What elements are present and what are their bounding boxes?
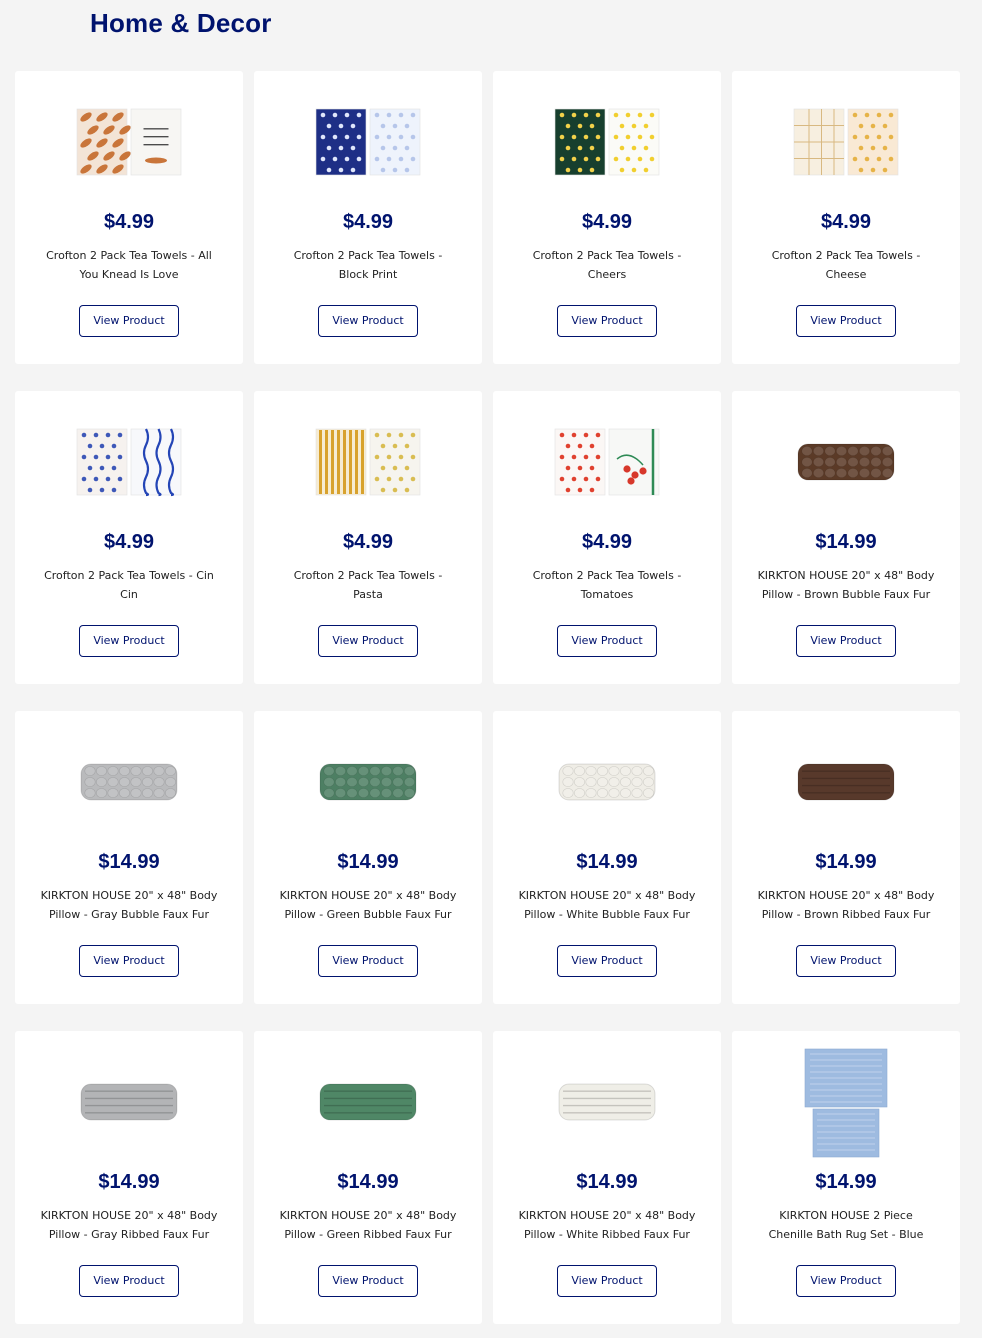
pillow-thumbnail-icon — [80, 1083, 178, 1121]
product-price: $4.99 — [103, 211, 155, 233]
pillow-thumbnail-icon — [319, 763, 417, 801]
view-product-button[interactable]: View Product — [796, 305, 896, 337]
product-price: $14.99 — [98, 851, 160, 873]
product-name[interactable]: KIRKTON HOUSE 20" x 48" Body Pillow - Gr… — [279, 886, 457, 924]
towels-thumbnail-icon — [793, 108, 899, 176]
page-title: Home & Decor — [90, 8, 272, 38]
product-image[interactable] — [732, 407, 960, 517]
product-image[interactable] — [254, 727, 482, 837]
view-product-button[interactable]: View Product — [79, 945, 179, 977]
product-card: $14.99 KIRKTON HOUSE 2 Piece Chenille Bat… — [732, 1031, 960, 1324]
product-card: $4.99 Crofton 2 Pack Tea Towels - Tomatoe… — [493, 391, 721, 684]
view-product-button[interactable]: View Product — [79, 625, 179, 657]
product-card: $4.99 Crofton 2 Pack Tea Towels - Cheese V… — [732, 71, 960, 364]
product-name[interactable]: Crofton 2 Pack Tea Towels - Block Print — [279, 246, 457, 284]
product-price: $14.99 — [337, 851, 399, 873]
product-name[interactable]: KIRKTON HOUSE 20" x 48" Body Pillow - Br… — [757, 886, 935, 924]
view-product-button[interactable]: View Product — [796, 625, 896, 657]
view-product-button[interactable]: View Product — [318, 625, 418, 657]
product-name[interactable]: Crofton 2 Pack Tea Towels - All You Knea… — [40, 246, 218, 284]
product-price: $14.99 — [815, 1171, 877, 1193]
product-name[interactable]: Crofton 2 Pack Tea Towels - Cheese — [757, 246, 935, 284]
view-product-button[interactable]: View Product — [557, 945, 657, 977]
product-image[interactable] — [493, 1047, 721, 1157]
view-product-button[interactable]: View Product — [318, 945, 418, 977]
product-name[interactable]: KIRKTON HOUSE 20" x 48" Body Pillow - Gr… — [279, 1206, 457, 1244]
pillow-thumbnail-icon — [319, 1083, 417, 1121]
view-product-button[interactable]: View Product — [557, 305, 657, 337]
product-price: $4.99 — [342, 531, 394, 553]
product-name[interactable]: Crofton 2 Pack Tea Towels - Tomatoes — [518, 566, 696, 604]
product-price: $4.99 — [581, 211, 633, 233]
product-image[interactable] — [493, 87, 721, 197]
product-image[interactable] — [15, 1047, 243, 1157]
product-price: $4.99 — [820, 211, 872, 233]
view-product-button[interactable]: View Product — [318, 305, 418, 337]
product-price: $14.99 — [576, 851, 638, 873]
product-card: $4.99 Crofton 2 Pack Tea Towels - All You… — [15, 71, 243, 364]
towels-thumbnail-icon — [554, 428, 660, 496]
view-product-button[interactable]: View Product — [79, 305, 179, 337]
view-product-button[interactable]: View Product — [79, 1265, 179, 1297]
product-name[interactable]: Crofton 2 Pack Tea Towels - Pasta — [279, 566, 457, 604]
view-product-button[interactable]: View Product — [318, 1265, 418, 1297]
product-image[interactable] — [732, 1047, 960, 1158]
pillow-thumbnail-icon — [558, 1083, 656, 1121]
view-product-button[interactable]: View Product — [557, 625, 657, 657]
towels-thumbnail-icon — [76, 428, 182, 497]
product-card: $14.99 KIRKTON HOUSE 20" x 48" Body Pillo… — [493, 1031, 721, 1324]
product-image[interactable] — [15, 727, 243, 837]
product-image[interactable] — [254, 407, 482, 517]
product-card: $14.99 KIRKTON HOUSE 20" x 48" Body Pillo… — [254, 1031, 482, 1324]
product-image[interactable] — [493, 727, 721, 837]
towels-thumbnail-icon — [554, 108, 660, 176]
pillow-thumbnail-icon — [797, 443, 895, 481]
product-price: $4.99 — [103, 531, 155, 553]
product-image[interactable] — [15, 407, 243, 517]
product-price: $14.99 — [576, 1171, 638, 1193]
product-image[interactable] — [493, 407, 721, 517]
pillow-thumbnail-icon — [558, 763, 656, 801]
product-image[interactable] — [254, 1047, 482, 1157]
product-image[interactable] — [254, 87, 482, 197]
view-product-button[interactable]: View Product — [796, 945, 896, 977]
product-image[interactable] — [732, 87, 960, 197]
product-name[interactable]: KIRKTON HOUSE 20" x 48" Body Pillow - Br… — [757, 566, 935, 604]
product-card: $14.99 KIRKTON HOUSE 20" x 48" Body Pillo… — [15, 711, 243, 1004]
product-name[interactable]: KIRKTON HOUSE 2 Piece Chenille Bath Rug … — [757, 1206, 935, 1244]
product-card: $4.99 Crofton 2 Pack Tea Towels - Cin Cin… — [15, 391, 243, 684]
product-grid: $4.99 Crofton 2 Pack Tea Towels - All You… — [15, 71, 960, 1324]
pillow-thumbnail-icon — [80, 763, 178, 801]
product-price: $4.99 — [342, 211, 394, 233]
towels-thumbnail-icon — [315, 108, 421, 176]
pillow-thumbnail-icon — [797, 763, 895, 801]
product-name[interactable]: KIRKTON HOUSE 20" x 48" Body Pillow - Gr… — [40, 886, 218, 924]
towels-thumbnail-icon — [315, 428, 421, 496]
product-card: $14.99 KIRKTON HOUSE 20" x 48" Body Pillo… — [254, 711, 482, 1004]
product-price: $14.99 — [815, 531, 877, 553]
product-name[interactable]: KIRKTON HOUSE 20" x 48" Body Pillow - Gr… — [40, 1206, 218, 1244]
product-card: $4.99 Crofton 2 Pack Tea Towels - Cheers V… — [493, 71, 721, 364]
product-price: $14.99 — [337, 1171, 399, 1193]
view-product-button[interactable]: View Product — [557, 1265, 657, 1297]
product-name[interactable]: Crofton 2 Pack Tea Towels - Cheers — [518, 246, 696, 284]
product-name[interactable]: KIRKTON HOUSE 20" x 48" Body Pillow - Wh… — [518, 1206, 696, 1244]
product-image[interactable] — [732, 727, 960, 837]
product-name[interactable]: Crofton 2 Pack Tea Towels - Cin Cin — [40, 566, 218, 604]
product-price: $14.99 — [815, 851, 877, 873]
product-card: $14.99 KIRKTON HOUSE 20" x 48" Body Pillo… — [732, 711, 960, 1004]
product-card: $4.99 Crofton 2 Pack Tea Towels - Pasta Vi… — [254, 391, 482, 684]
product-image[interactable] — [15, 87, 243, 197]
product-card: $14.99 KIRKTON HOUSE 20" x 48" Body Pillo… — [493, 711, 721, 1004]
product-card: $4.99 Crofton 2 Pack Tea Towels - Block P… — [254, 71, 482, 364]
rugs-thumbnail-icon — [804, 1048, 888, 1158]
product-price: $14.99 — [98, 1171, 160, 1193]
towels-thumbnail-icon — [76, 108, 182, 176]
product-price: $4.99 — [581, 531, 633, 553]
product-name[interactable]: KIRKTON HOUSE 20" x 48" Body Pillow - Wh… — [518, 886, 696, 924]
product-card: $14.99 KIRKTON HOUSE 20" x 48" Body Pillo… — [732, 391, 960, 684]
view-product-button[interactable]: View Product — [796, 1265, 896, 1297]
product-card: $14.99 KIRKTON HOUSE 20" x 48" Body Pillo… — [15, 1031, 243, 1324]
